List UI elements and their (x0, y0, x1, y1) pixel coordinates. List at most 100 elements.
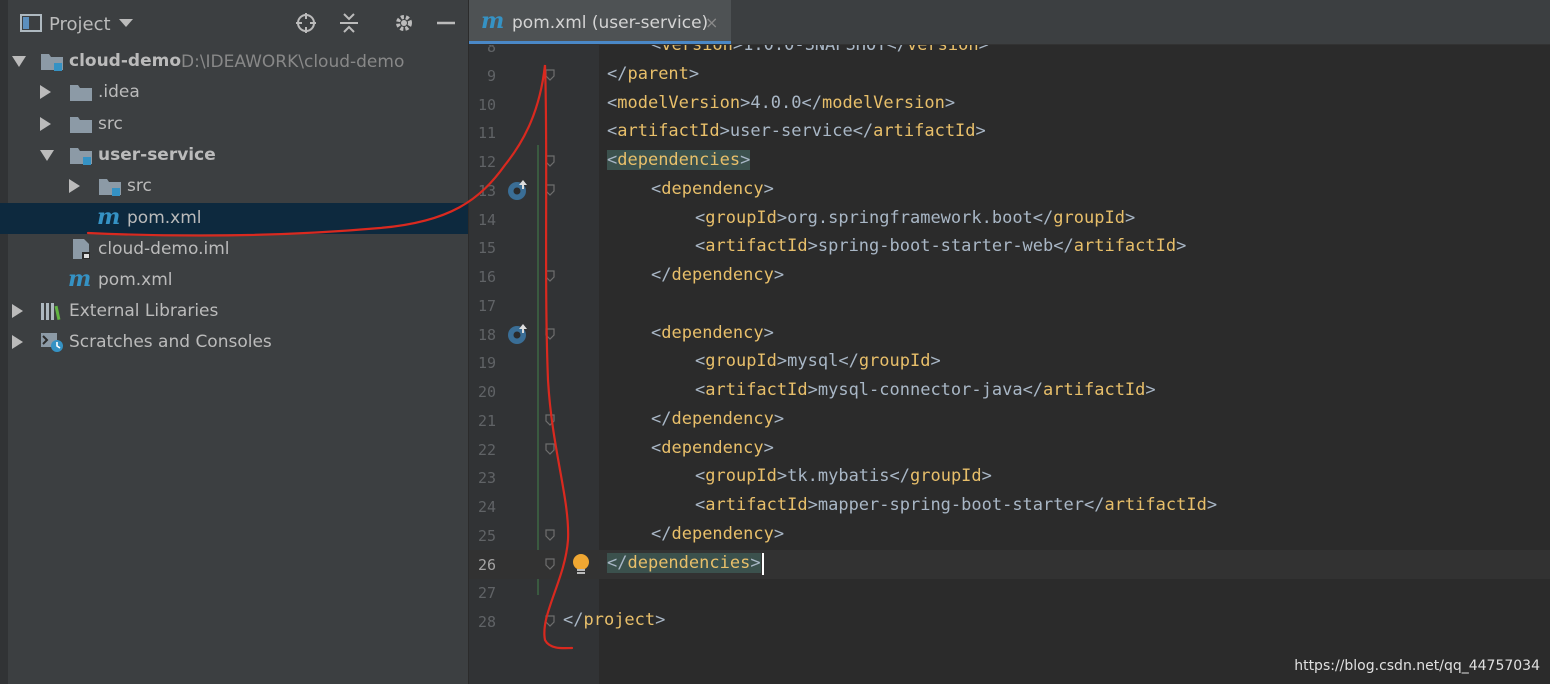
fold-marker-icon[interactable] (545, 270, 555, 282)
line-number: 27 (477, 584, 496, 603)
code-text: </project> (563, 610, 666, 630)
fold-marker-icon[interactable] (545, 557, 555, 570)
code-line[interactable]: 9 </parent> (469, 61, 1550, 90)
maven-icon: m (97, 204, 121, 230)
line-number: 19 (477, 354, 496, 373)
tree-label: External Libraries (69, 301, 219, 321)
module-folder-icon (70, 148, 92, 165)
dropdown-icon[interactable] (118, 16, 134, 30)
code-text: </dependency> (651, 408, 785, 429)
line-number: 20 (477, 383, 496, 401)
fold-marker-icon[interactable] (545, 327, 555, 340)
code-text: <artifactId>mapper-spring-boot-starter</… (695, 495, 1218, 515)
code-line[interactable]: 24 <artifactId>mapper-spring-boot-starter… (469, 492, 1550, 521)
collapse-arrow-icon[interactable] (12, 335, 23, 349)
fold-marker-icon[interactable] (545, 414, 555, 426)
tree-label: pom.xml (98, 270, 173, 290)
code-text: <version>1.0.0-SNAPSHOT</version> (651, 45, 989, 55)
collapse-arrow-icon[interactable] (12, 304, 23, 318)
tree-label: src (98, 114, 123, 134)
tree-node-user-service-pom[interactable]: m pom.xml (0, 203, 468, 234)
code-line[interactable]: 26 </dependencies> (469, 549, 1550, 579)
fold-marker-icon[interactable] (545, 615, 555, 627)
line-number: 18 (477, 325, 496, 344)
maven-override-gutter-icon[interactable] (507, 179, 529, 201)
collapse-arrow-icon[interactable] (40, 117, 51, 131)
line-number: 26 (477, 555, 496, 574)
maven-icon: m (68, 266, 92, 292)
collapse-arrow-icon[interactable] (40, 85, 51, 99)
tree-node-scratches[interactable]: Scratches and Consoles (0, 327, 468, 358)
code-line[interactable]: 19 <groupId>mysql</groupId> (469, 348, 1550, 377)
line-number: 22 (477, 440, 496, 459)
code-line[interactable]: 11 <artifactId>user-service</artifactId> (469, 118, 1550, 147)
project-tool-window: Project cloud-demo D:\IDEAWORK\cloud-dem… (0, 0, 468, 684)
maven-icon: m (481, 8, 505, 34)
expand-arrow-icon[interactable] (40, 150, 54, 161)
code-line[interactable]: 28 </project> (469, 607, 1550, 636)
tree-node-cloud-demo-iml[interactable]: cloud-demo.iml (0, 234, 468, 265)
line-number: 14 (477, 210, 496, 229)
code-area[interactable]: 8 <version>1.0.0-SNAPSHOT</version> 9 </par… (469, 45, 1550, 684)
fold-marker-icon[interactable] (545, 69, 555, 81)
lightbulb-icon[interactable] (571, 553, 591, 577)
project-path: D:\IDEAWORK\cloud-demo (181, 52, 405, 72)
code-line[interactable]: 16 </dependency> (469, 262, 1550, 291)
code-line[interactable]: 27 (469, 578, 1550, 607)
code-line[interactable]: 14 <groupId>org.springframework.boot</gro… (469, 205, 1550, 234)
close-icon[interactable]: × (705, 13, 718, 32)
code-line[interactable]: 21 </dependency> (469, 406, 1550, 435)
code-line[interactable]: 13 <dependency> (469, 176, 1550, 205)
tree-node-idea[interactable]: .idea (0, 77, 468, 108)
line-number: 25 (477, 526, 496, 545)
code-line[interactable]: 18 <dependency> (469, 320, 1550, 349)
tree-node-src[interactable]: src (0, 109, 468, 140)
project-view-icon[interactable] (20, 12, 42, 34)
code-line[interactable]: 23 <groupId>tk.mybatis</groupId> (469, 463, 1550, 492)
collapse-arrow-icon[interactable] (69, 179, 80, 193)
tree-label: cloud-demo.iml (98, 239, 230, 259)
tree-node-cloud-demo[interactable]: cloud-demo D:\IDEAWORK\cloud-demo (0, 46, 468, 77)
code-text: <groupId>mysql</groupId> (695, 351, 941, 372)
tree-node-user-service[interactable]: user-service (0, 140, 468, 171)
folder-icon (70, 85, 92, 101)
line-number: 23 (477, 469, 496, 488)
code-line[interactable]: 17 (469, 291, 1550, 320)
tree-label: user-service (98, 145, 216, 165)
code-editor: m pom.xml (user-service) × 8 <version>1.0… (469, 0, 1550, 684)
locate-icon[interactable] (295, 12, 317, 34)
line-number: 24 (477, 498, 496, 516)
editor-tab-pom-user-service[interactable]: m pom.xml (user-service) × (469, 0, 731, 44)
code-text: <artifactId>spring-boot-starter-web</art… (695, 236, 1187, 257)
code-line[interactable]: 25 </dependency> (469, 521, 1550, 550)
tree-node-root-pom[interactable]: m pom.xml (0, 265, 468, 296)
fold-marker-icon[interactable] (545, 529, 555, 541)
line-number: 28 (477, 613, 496, 631)
code-text: <groupId>tk.mybatis</groupId> (695, 466, 992, 487)
tree-node-external-libraries[interactable]: External Libraries (0, 296, 468, 327)
tree-node-user-service-src[interactable]: src (0, 171, 468, 202)
tree-label: Scratches and Consoles (69, 332, 272, 352)
line-number: 10 (477, 95, 496, 114)
code-line[interactable]: 20 <artifactId>mysql-connector-java</arti… (469, 377, 1550, 406)
watermark: https://blog.csdn.net/qq_44757034 (1294, 658, 1540, 674)
code-text: <groupId>org.springframework.boot</group… (695, 207, 1136, 228)
code-line[interactable]: 12 <dependencies> (469, 147, 1550, 176)
tree-label: src (127, 176, 152, 196)
fold-marker-icon[interactable] (545, 184, 555, 196)
collapse-all-icon[interactable] (338, 12, 360, 34)
module-source-folder-icon (99, 179, 121, 196)
gear-icon[interactable] (393, 12, 415, 34)
project-panel-title[interactable]: Project (49, 14, 111, 35)
expand-arrow-icon[interactable] (12, 56, 26, 67)
minimize-icon[interactable] (435, 12, 457, 34)
fold-marker-icon[interactable] (545, 442, 555, 455)
module-folder-icon (41, 54, 63, 71)
maven-override-gutter-icon[interactable] (507, 323, 529, 345)
code-line[interactable]: 10 <modelVersion>4.0.0</modelVersion> (469, 90, 1550, 119)
code-line[interactable]: 22 <dependency> (469, 435, 1550, 464)
code-line[interactable]: 8 <version>1.0.0-SNAPSHOT</version> (469, 45, 1550, 61)
code-line[interactable]: 15 <artifactId>spring-boot-starter-web</a… (469, 233, 1550, 262)
fold-marker-icon[interactable] (545, 155, 555, 167)
folder-icon (70, 117, 92, 133)
